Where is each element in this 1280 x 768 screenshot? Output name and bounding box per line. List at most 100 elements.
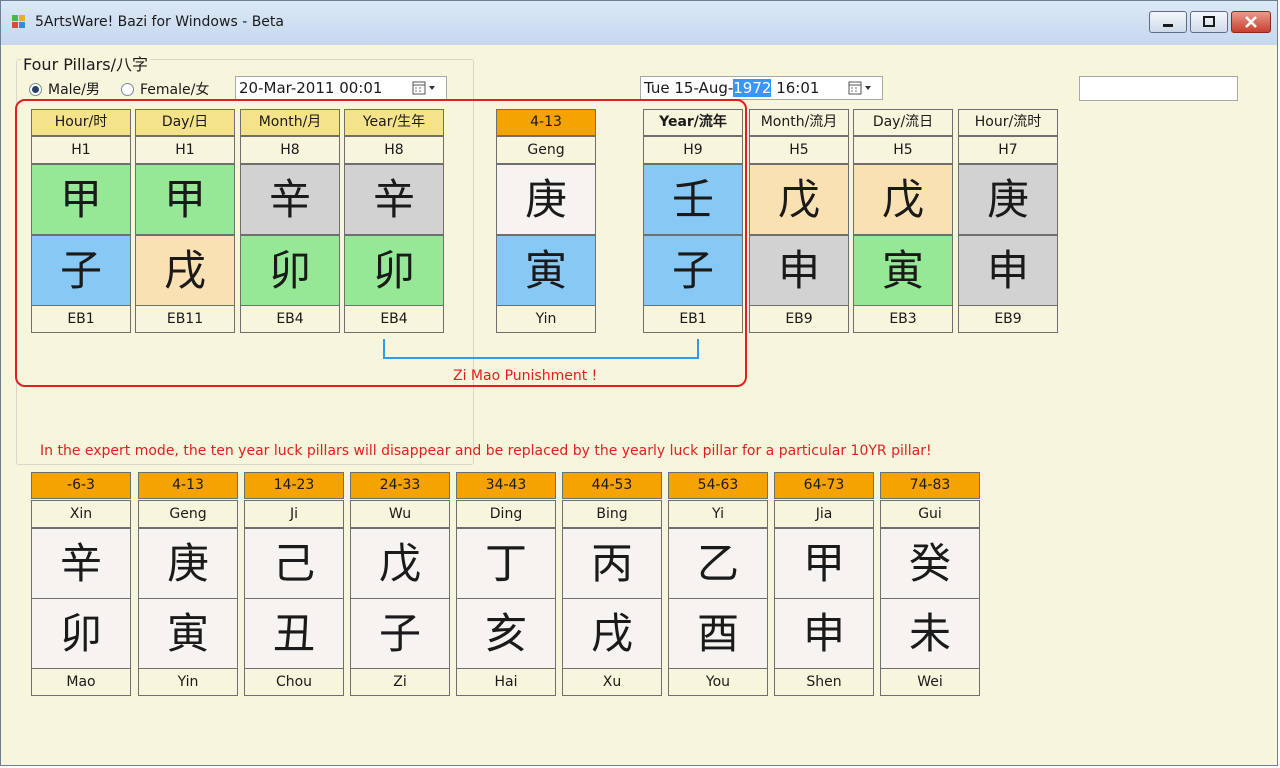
current-luck-stem[interactable]: 庚: [496, 164, 596, 235]
luck-pillar-range: 4-13: [138, 472, 238, 499]
flow-day-header: Day/流日: [853, 109, 953, 136]
luck-pillar-stem-name: Geng: [138, 500, 238, 528]
luck-pillar-range: 24-33: [350, 472, 450, 499]
current-luck-stem-name: Geng: [496, 136, 596, 164]
day-stem-code: H1: [135, 136, 235, 164]
flow-month-stem-code: H5: [749, 136, 849, 164]
radio-unselected-icon: [121, 82, 134, 96]
male-radio[interactable]: Male/男: [29, 79, 100, 99]
day-stem[interactable]: 甲: [135, 164, 235, 235]
flow-year-branch-code: EB1: [643, 305, 743, 333]
flow-month-branch[interactable]: 申: [749, 235, 849, 306]
male-label: Male/男: [48, 82, 100, 98]
luck-pillar-stem[interactable]: 辛: [31, 528, 131, 599]
expert-mode-note: In the expert mode, the ten year luck pi…: [40, 443, 932, 459]
luck-pillar-stem[interactable]: 戊: [350, 528, 450, 599]
year-stem[interactable]: 辛: [344, 164, 444, 235]
luck-pillar-stem[interactable]: 癸: [880, 528, 980, 599]
luck-pillar-branch-name: Zi: [350, 668, 450, 696]
punishment-label: Zi Mao Punishment !: [453, 368, 598, 384]
minimize-icon: [1163, 24, 1173, 27]
client-area: Four Pillars/八字 Male/男 Female/女 20-Mar-2…: [9, 45, 1271, 759]
day-branch-code: EB11: [135, 305, 235, 333]
month-pillar-header: Month/月: [240, 109, 340, 136]
luck-pillar-branch[interactable]: 酉: [668, 598, 768, 669]
luck-pillar-branch-name: Wei: [880, 668, 980, 696]
calendar-dropdown-icon[interactable]: [848, 80, 876, 96]
app-window: 5ArtsWare! Bazi for Windows - Beta Four …: [0, 0, 1278, 766]
flow-date-picker[interactable]: Tue 15-Aug-1972 16:01: [640, 76, 883, 100]
luck-pillar-stem[interactable]: 丁: [456, 528, 556, 599]
luck-pillar-branch[interactable]: 亥: [456, 598, 556, 669]
luck-pillar-stem-name: Yi: [668, 500, 768, 528]
four-pillars-title: Four Pillars/八字: [21, 51, 150, 75]
luck-pillar-range: 54-63: [668, 472, 768, 499]
flow-hour-stem[interactable]: 庚: [958, 164, 1058, 235]
flow-date-prefix: Tue 15-Aug-: [644, 79, 734, 97]
window-title: 5ArtsWare! Bazi for Windows - Beta: [35, 14, 284, 30]
luck-pillar-stem[interactable]: 庚: [138, 528, 238, 599]
luck-pillar-branch-name: You: [668, 668, 768, 696]
flow-day-branch[interactable]: 寅: [853, 235, 953, 306]
flow-date-year-selected[interactable]: 1972: [733, 79, 772, 97]
luck-pillar-branch[interactable]: 卯: [31, 598, 131, 669]
month-branch-code: EB4: [240, 305, 340, 333]
month-stem[interactable]: 辛: [240, 164, 340, 235]
luck-pillar-branch-name: Chou: [244, 668, 344, 696]
hour-stem[interactable]: 甲: [31, 164, 131, 235]
female-radio[interactable]: Female/女: [121, 79, 209, 99]
luck-pillar-range: 74-83: [880, 472, 980, 499]
luck-pillar-stem-name: Ji: [244, 500, 344, 528]
luck-pillar-branch[interactable]: 申: [774, 598, 874, 669]
flow-month-stem[interactable]: 戊: [749, 164, 849, 235]
month-branch[interactable]: 卯: [240, 235, 340, 306]
luck-pillar-branch-name: Xu: [562, 668, 662, 696]
flow-year-branch[interactable]: 子: [643, 235, 743, 306]
luck-pillar-stem-name: Bing: [562, 500, 662, 528]
current-luck-branch[interactable]: 寅: [496, 235, 596, 306]
luck-pillar-range: 44-53: [562, 472, 662, 499]
flow-day-stem-code: H5: [853, 136, 953, 164]
luck-pillar-branch[interactable]: 子: [350, 598, 450, 669]
text-input[interactable]: [1079, 76, 1238, 101]
female-label: Female/女: [140, 82, 210, 98]
close-button[interactable]: [1231, 11, 1271, 33]
flow-year-stem-code: H9: [643, 136, 743, 164]
luck-pillar-branch-name: Shen: [774, 668, 874, 696]
birth-date-picker[interactable]: 20-Mar-2011 00:01: [235, 76, 447, 100]
hour-branch[interactable]: 子: [31, 235, 131, 306]
day-pillar-header: Day/日: [135, 109, 235, 136]
luck-pillar-range: 64-73: [774, 472, 874, 499]
year-stem-code: H8: [344, 136, 444, 164]
luck-pillar-stem[interactable]: 甲: [774, 528, 874, 599]
luck-pillar-stem-name: Gui: [880, 500, 980, 528]
calendar-dropdown-icon[interactable]: [412, 80, 440, 96]
flow-month-header: Month/流月: [749, 109, 849, 136]
maximize-button[interactable]: [1190, 11, 1228, 33]
flow-year-stem[interactable]: 壬: [643, 164, 743, 235]
hour-branch-code: EB1: [31, 305, 131, 333]
year-branch-code: EB4: [344, 305, 444, 333]
current-luck-branch-name: Yin: [496, 305, 596, 333]
close-icon: [1245, 16, 1257, 28]
luck-pillar-branch[interactable]: 未: [880, 598, 980, 669]
flow-hour-header: Hour/流时: [958, 109, 1058, 136]
flow-date-suffix: 16:01: [771, 79, 820, 97]
year-pillar-header: Year/生年: [344, 109, 444, 136]
luck-pillar-stem[interactable]: 己: [244, 528, 344, 599]
minimize-button[interactable]: [1149, 11, 1187, 33]
day-branch[interactable]: 戌: [135, 235, 235, 306]
luck-pillar-stem-name: Jia: [774, 500, 874, 528]
radio-selected-icon: [29, 82, 42, 96]
flow-year-header: Year/流年: [643, 109, 743, 136]
flow-hour-branch[interactable]: 申: [958, 235, 1058, 306]
luck-pillar-branch[interactable]: 丑: [244, 598, 344, 669]
luck-pillar-branch[interactable]: 戌: [562, 598, 662, 669]
luck-pillar-stem[interactable]: 丙: [562, 528, 662, 599]
luck-pillar-branch-name: Hai: [456, 668, 556, 696]
luck-pillar-stem-name: Ding: [456, 500, 556, 528]
year-branch[interactable]: 卯: [344, 235, 444, 306]
flow-day-stem[interactable]: 戊: [853, 164, 953, 235]
luck-pillar-stem[interactable]: 乙: [668, 528, 768, 599]
luck-pillar-branch[interactable]: 寅: [138, 598, 238, 669]
